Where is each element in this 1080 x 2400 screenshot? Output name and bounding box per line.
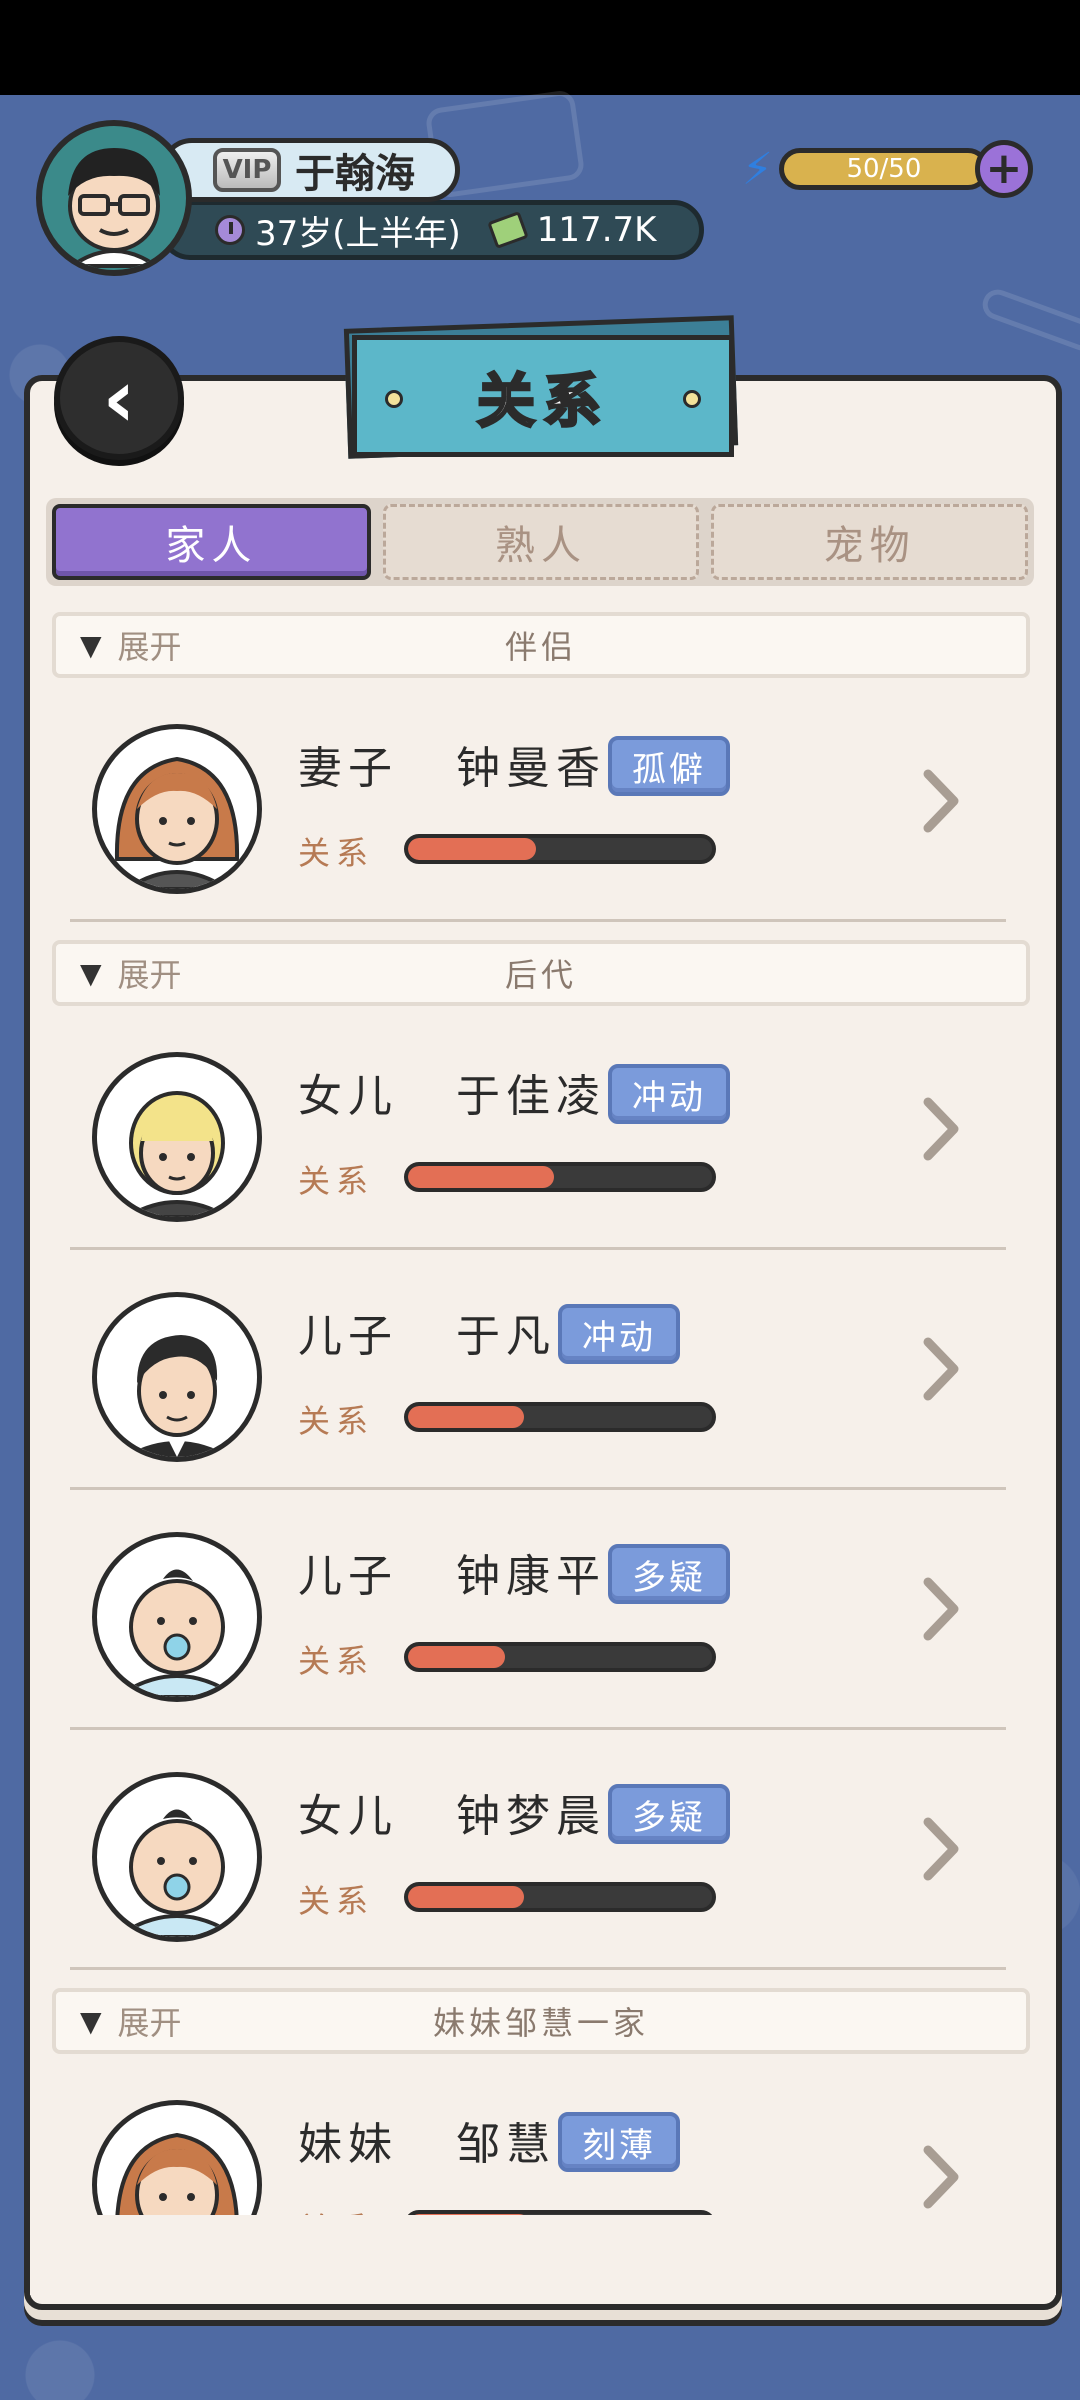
- member-name: 于凡: [456, 1311, 556, 1362]
- page-title: 关系: [475, 366, 609, 437]
- energy-text: 50/50: [846, 154, 922, 184]
- chevron-right-icon[interactable]: [920, 766, 964, 836]
- member-name: 钟曼香: [456, 743, 606, 794]
- energy-bar: 50/50: [778, 148, 989, 190]
- player-name-pill: VIP 于翰海: [160, 138, 460, 202]
- member-portrait: [92, 1292, 262, 1462]
- trait-badge[interactable]: 孤僻: [608, 736, 730, 796]
- trait-badge[interactable]: 多疑: [608, 1544, 730, 1604]
- member-role: 儿子: [298, 1311, 398, 1362]
- player-avatar[interactable]: [36, 120, 192, 276]
- list-item[interactable]: 妻子 钟曼香 孤僻 关系: [30, 682, 1056, 922]
- trait-badge[interactable]: 多疑: [608, 1784, 730, 1844]
- member-portrait: [92, 1532, 262, 1702]
- member-portrait: [92, 1052, 262, 1222]
- triangle-down-icon: ▼: [80, 956, 102, 990]
- relationship-tabs: 家人 熟人 宠物: [46, 498, 1034, 586]
- relationship-list[interactable]: ▼ 展开 伴侣 妻子 钟曼香 孤僻 关系 ▼ 展开 后代 女儿 于佳凌 冲动 关…: [30, 600, 1056, 2220]
- relation-bar: [404, 1162, 716, 1192]
- plus-icon: +: [985, 143, 1023, 194]
- relation-bar: [404, 1402, 716, 1432]
- trait-badge[interactable]: 冲动: [558, 1304, 680, 1364]
- member-role: 女儿: [298, 1791, 398, 1842]
- member-portrait: [92, 2100, 262, 2220]
- relation-label: 关系: [298, 1882, 375, 1920]
- section-title: 后代: [504, 956, 577, 994]
- clock-icon: [215, 215, 245, 245]
- member-role: 儿子: [298, 1551, 398, 1602]
- cash-icon: [487, 211, 529, 249]
- member-name: 邹慧: [456, 2119, 556, 2170]
- member-name: 钟康平: [456, 1551, 606, 1602]
- expand-toggle[interactable]: ▼ 展开: [80, 622, 182, 668]
- section-header-partner[interactable]: ▼ 展开 伴侣: [52, 612, 1030, 678]
- member-name: 于佳凌: [456, 1071, 606, 1122]
- expand-toggle[interactable]: ▼ 展开: [80, 1998, 182, 2044]
- triangle-down-icon: ▼: [80, 2004, 102, 2038]
- energy-meter: ⚡ 50/50 +: [742, 140, 1033, 198]
- chevron-right-icon[interactable]: [920, 1334, 964, 1404]
- panel-bottom-edge: [30, 2215, 1056, 2295]
- relation-label: 关系: [298, 834, 375, 872]
- status-bar: [0, 0, 1080, 95]
- list-item[interactable]: 妹妹 邹慧 刻薄 关系: [30, 2058, 1056, 2220]
- chevron-right-icon[interactable]: [920, 2142, 964, 2212]
- player-age: 37岁(上半年): [255, 213, 461, 254]
- member-name: 钟梦晨: [456, 1791, 606, 1842]
- chevron-right-icon[interactable]: [920, 1574, 964, 1644]
- title-banner: 关系: [352, 335, 734, 457]
- back-button[interactable]: ‹: [54, 336, 184, 460]
- expand-toggle[interactable]: ▼ 展开: [80, 950, 182, 996]
- member-portrait: [92, 1772, 262, 1942]
- list-item[interactable]: 儿子 于凡 冲动 关系: [30, 1250, 1056, 1490]
- relation-bar: [404, 1882, 716, 1912]
- member-portrait: [92, 724, 262, 894]
- member-role: 女儿: [298, 1071, 398, 1122]
- relation-label: 关系: [298, 1162, 375, 1200]
- add-energy-button[interactable]: +: [974, 140, 1033, 198]
- tab-acquaintances[interactable]: 熟人: [382, 504, 700, 580]
- player-stats: 37岁(上半年) 117.7K: [160, 200, 704, 260]
- relation-label: 关系: [298, 1402, 375, 1440]
- member-role: 妻子: [298, 743, 398, 794]
- player-money: 117.7K: [536, 210, 657, 250]
- back-arrow-icon: ‹: [102, 351, 136, 445]
- list-item[interactable]: 女儿 钟梦晨 多疑 关系: [30, 1730, 1056, 1970]
- section-header-sister-family[interactable]: ▼ 展开 妹妹邹慧一家: [52, 1988, 1030, 2054]
- relation-bar: [404, 834, 716, 864]
- trait-badge[interactable]: 冲动: [608, 1064, 730, 1124]
- trait-badge[interactable]: 刻薄: [558, 2112, 680, 2172]
- section-title: 伴侣: [504, 628, 577, 666]
- member-role: 妹妹: [298, 2119, 398, 2170]
- section-title: 妹妹邹慧一家: [432, 2004, 649, 2042]
- vip-badge[interactable]: VIP: [213, 148, 281, 192]
- section-header-children[interactable]: ▼ 展开 后代: [52, 940, 1030, 1006]
- triangle-down-icon: ▼: [80, 628, 102, 662]
- lightning-icon: ⚡: [742, 143, 773, 195]
- player-name: 于翰海: [295, 150, 415, 197]
- tab-family[interactable]: 家人: [52, 504, 371, 580]
- chevron-right-icon[interactable]: [920, 1814, 964, 1884]
- chevron-right-icon[interactable]: [920, 1094, 964, 1164]
- relation-bar: [404, 1642, 716, 1672]
- list-item[interactable]: 儿子 钟康平 多疑 关系: [30, 1490, 1056, 1730]
- list-item[interactable]: 女儿 于佳凌 冲动 关系: [30, 1010, 1056, 1250]
- relation-label: 关系: [298, 1642, 375, 1680]
- tab-pets[interactable]: 宠物: [711, 504, 1029, 580]
